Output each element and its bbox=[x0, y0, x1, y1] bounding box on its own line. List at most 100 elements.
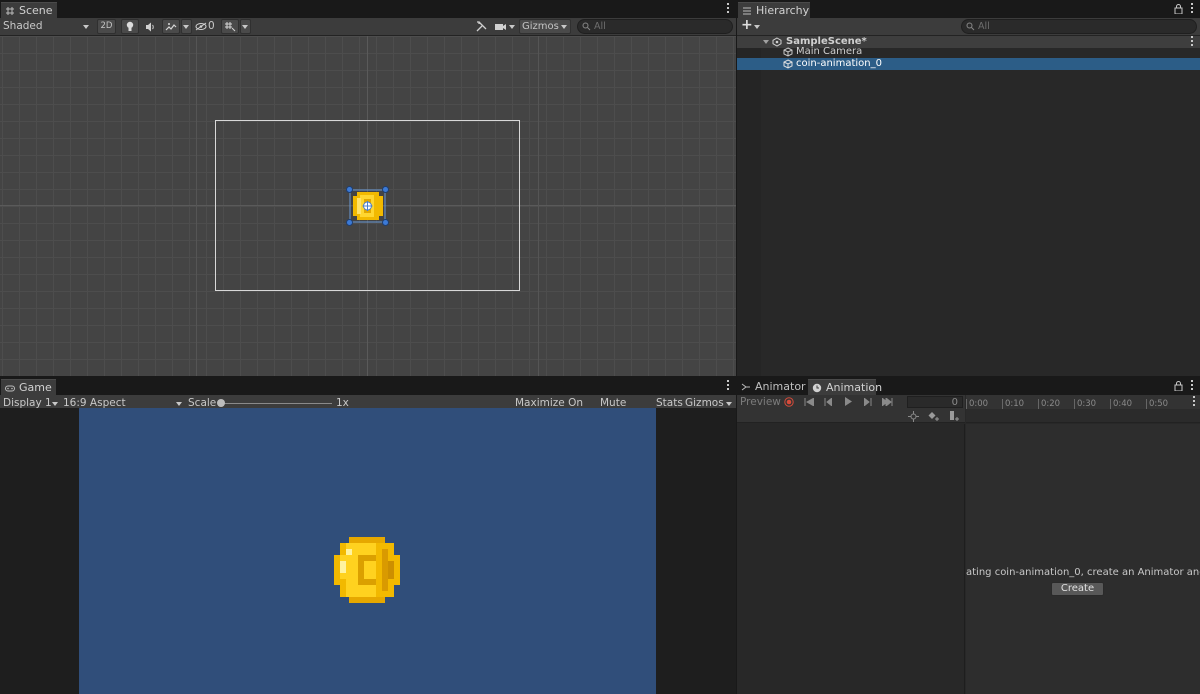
timeline-tick: 0:20 bbox=[1038, 399, 1060, 409]
animation-curves-list bbox=[737, 424, 965, 694]
timeline-tick: 0:40 bbox=[1110, 399, 1132, 409]
create-dropdown-button[interactable]: + bbox=[741, 17, 763, 35]
chevron-down-icon bbox=[52, 402, 58, 406]
camera-settings-button[interactable] bbox=[495, 18, 519, 35]
hierarchy-menu-icon[interactable] bbox=[1191, 3, 1194, 15]
list-icon bbox=[743, 7, 751, 15]
tab-animation-label: Animation bbox=[826, 381, 883, 394]
chevron-down-icon bbox=[726, 402, 732, 406]
audio-toggle-button[interactable] bbox=[143, 18, 159, 35]
timeline-tick: 0:10 bbox=[1002, 399, 1024, 409]
animator-icon bbox=[741, 383, 750, 391]
hierarchy-item-label: coin-animation_0 bbox=[796, 58, 882, 69]
scale-slider-track[interactable] bbox=[220, 403, 332, 404]
create-animation-label: Create bbox=[1060, 583, 1095, 594]
create-plus-label: + bbox=[741, 17, 753, 33]
gizmos-label: Gizmos bbox=[522, 21, 559, 32]
hidden-count: 0 bbox=[208, 20, 215, 32]
tab-animation[interactable]: Animation bbox=[808, 379, 882, 395]
lock-icon[interactable] bbox=[1174, 381, 1183, 391]
search-icon bbox=[582, 22, 591, 31]
2d-toggle-button[interactable]: 2D bbox=[97, 19, 116, 34]
lighting-toggle-button[interactable] bbox=[121, 19, 139, 34]
frame-value: 0 bbox=[951, 397, 958, 408]
grid-snapping-button[interactable] bbox=[221, 19, 239, 34]
timeline-event-row bbox=[966, 409, 1200, 423]
game-view-canvas[interactable] bbox=[79, 408, 656, 694]
grid-snapping-dropdown[interactable] bbox=[240, 19, 251, 34]
scene-grid-major-line bbox=[196, 36, 197, 376]
gamepad-icon bbox=[5, 385, 15, 392]
scene-search-placeholder: All bbox=[594, 21, 606, 32]
tab-scene-label: Scene bbox=[19, 4, 53, 17]
record-icon[interactable] bbox=[784, 397, 794, 407]
lock-icon[interactable] bbox=[1174, 4, 1183, 14]
frame-input[interactable]: 0 bbox=[907, 396, 963, 408]
chevron-down-icon bbox=[561, 25, 567, 29]
game-panel: Game Display 1 16:9 Aspect Scale 1x Maxi… bbox=[0, 377, 736, 694]
animation-panel: Animator Animation Preview 0 0:00 0:10 0… bbox=[737, 377, 1200, 694]
timeline-tick: 0:30 bbox=[1074, 399, 1096, 409]
rect-handle-bottom-right[interactable] bbox=[382, 219, 389, 226]
tools-button[interactable] bbox=[474, 18, 490, 35]
timeline-dopesheet[interactable]: ating coin-animation_0, create an Animat… bbox=[966, 424, 1200, 694]
tab-animator[interactable]: Animator bbox=[737, 379, 806, 395]
animation-menu-icon[interactable] bbox=[1191, 380, 1194, 392]
tab-hierarchy[interactable]: Hierarchy bbox=[738, 2, 810, 18]
coin-sprite-selected[interactable] bbox=[346, 186, 389, 226]
preview-toggle[interactable]: Preview bbox=[740, 395, 781, 409]
chevron-down-icon bbox=[242, 25, 248, 29]
chevron-down-icon bbox=[754, 25, 760, 29]
effects-toggle-button[interactable] bbox=[162, 19, 180, 34]
timeline-ruler[interactable]: 0:00 0:10 0:20 0:30 0:40 0:50 bbox=[966, 395, 1200, 409]
clock-icon bbox=[812, 383, 822, 393]
scene-menu-icon[interactable] bbox=[727, 3, 730, 15]
hierarchy-item-main-camera[interactable]: Main Camera bbox=[737, 46, 1200, 58]
scene-toolbar: Shaded 2D 0 Gizmos All bbox=[0, 18, 736, 36]
camera-icon bbox=[495, 24, 506, 30]
tab-game[interactable]: Game bbox=[1, 379, 56, 395]
hierarchy-search-input[interactable]: All bbox=[961, 19, 1197, 34]
scene-visibility-toggle[interactable]: 0 bbox=[195, 18, 217, 35]
prev-keyframe-icon[interactable] bbox=[824, 398, 832, 406]
gameobject-cube-icon bbox=[783, 59, 793, 69]
game-menu-icon[interactable] bbox=[727, 380, 730, 392]
scene-tabbar: Scene bbox=[0, 0, 736, 18]
chevron-down-icon bbox=[509, 25, 515, 29]
create-animation-message: ating coin-animation_0, create an Animat… bbox=[966, 567, 1200, 578]
expand-arrow-icon[interactable] bbox=[763, 40, 769, 44]
rect-handle-top-right[interactable] bbox=[382, 186, 389, 193]
timeline-menu-icon[interactable] bbox=[1193, 396, 1196, 408]
lightbulb-icon bbox=[126, 21, 134, 31]
chevron-down-icon bbox=[176, 402, 182, 406]
scene-search-input[interactable]: All bbox=[577, 19, 733, 34]
hierarchy-item-coin-animation[interactable]: coin-animation_0 bbox=[737, 58, 1200, 70]
next-keyframe-icon[interactable] bbox=[864, 398, 872, 406]
add-event-icon[interactable] bbox=[950, 411, 960, 422]
first-keyframe-icon[interactable] bbox=[804, 398, 814, 406]
scene-viewport[interactable] bbox=[0, 36, 736, 376]
tab-scene[interactable]: Scene bbox=[1, 2, 57, 18]
play-icon[interactable] bbox=[845, 397, 852, 406]
hierarchy-tabbar: Hierarchy bbox=[737, 0, 1200, 18]
shading-mode-dropdown[interactable]: Shaded bbox=[3, 18, 91, 35]
create-animation-button[interactable]: Create bbox=[1051, 582, 1104, 596]
speaker-icon bbox=[146, 22, 154, 32]
coin-sprite-icon bbox=[334, 537, 400, 603]
scale-slider-thumb[interactable] bbox=[217, 399, 225, 407]
game-view-letterbox bbox=[0, 408, 736, 694]
2d-toggle-label: 2D bbox=[100, 21, 113, 31]
filter-by-selection-icon[interactable] bbox=[908, 411, 919, 422]
rect-handle-top-left[interactable] bbox=[346, 186, 353, 193]
search-icon bbox=[966, 22, 975, 31]
effects-dropdown-button[interactable] bbox=[181, 19, 192, 34]
hierarchy-gutter bbox=[737, 36, 761, 376]
chevron-down-icon bbox=[83, 25, 89, 29]
gizmos-button[interactable]: Gizmos bbox=[519, 19, 571, 34]
game-tabbar: Game bbox=[0, 377, 736, 395]
scene-grid-icon bbox=[6, 7, 14, 15]
hierarchy-panel: Hierarchy + All SampleScene* Main Camera… bbox=[737, 0, 1200, 376]
rect-handle-bottom-left[interactable] bbox=[346, 219, 353, 226]
add-keyframe-icon[interactable] bbox=[928, 411, 940, 421]
last-keyframe-icon[interactable] bbox=[882, 398, 893, 406]
